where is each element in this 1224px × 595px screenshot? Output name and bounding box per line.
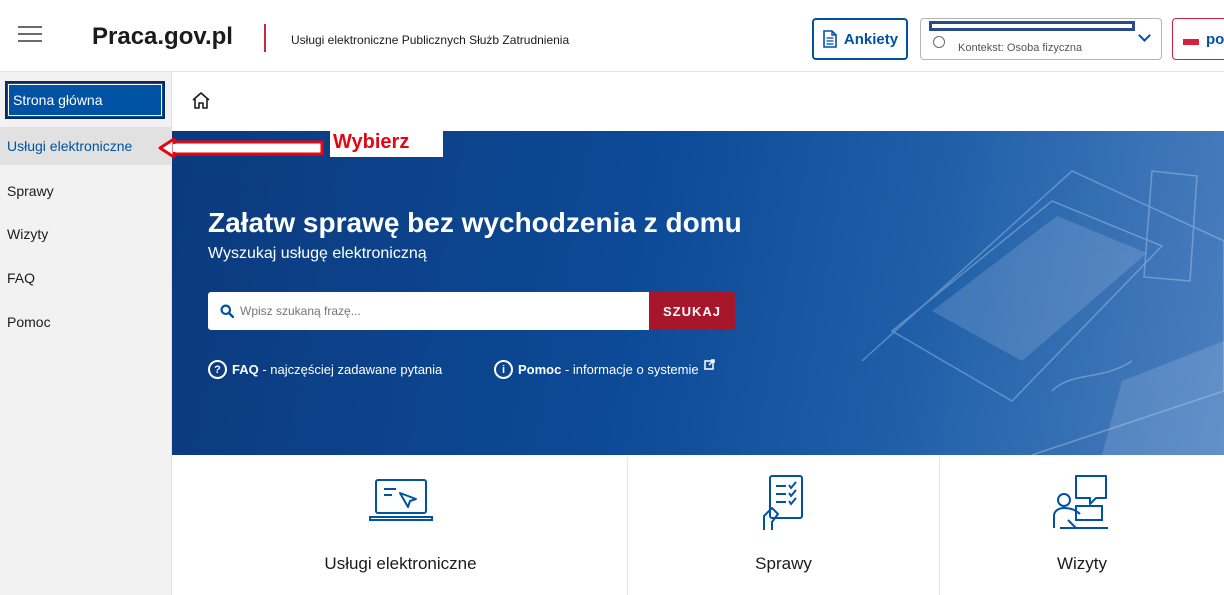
- ankiety-button[interactable]: Ankiety: [812, 18, 908, 60]
- home-icon[interactable]: [190, 90, 212, 112]
- info-circle-icon: i: [494, 360, 513, 379]
- hero-banner: Załatw sprawę bez wychodzenia z domu Wys…: [172, 131, 1224, 455]
- help-rest: - informacje o systemie: [561, 362, 699, 377]
- help-link-text: Pomoc - informacje o systemie: [518, 362, 699, 377]
- context-label: Kontekst: Osoba fizyczna: [958, 42, 1083, 54]
- sidebar-item-wizyty[interactable]: Wizyty: [0, 215, 172, 253]
- menu-icon[interactable]: [18, 26, 42, 44]
- document-icon: [823, 30, 837, 48]
- hero-title: Załatw sprawę bez wychodzenia z domu: [208, 207, 742, 238]
- card-sprawy[interactable]: Sprawy: [628, 457, 940, 595]
- sidebar-item-uslugi-elektroniczne[interactable]: Usługi elektroniczne: [0, 127, 172, 165]
- card-uslugi-elektroniczne[interactable]: Usługi elektroniczne: [174, 457, 628, 595]
- user-icon: [933, 36, 945, 48]
- polish-flag-icon: [1183, 39, 1199, 45]
- sidebar-item-sprawy[interactable]: Sprawy: [0, 172, 172, 210]
- logo-divider: [264, 24, 266, 52]
- sidebar-item-faq[interactable]: FAQ: [0, 259, 172, 297]
- help-link[interactable]: i Pomoc - informacje o systemie: [494, 359, 715, 379]
- language-selector[interactable]: po: [1172, 18, 1224, 60]
- faq-bold: FAQ: [232, 362, 259, 377]
- site-logo[interactable]: Praca.gov.pl: [92, 23, 233, 51]
- sidebar: Strona główna Usługi elektroniczne Spraw…: [0, 72, 172, 595]
- search-button[interactable]: SZUKAJ: [649, 292, 735, 330]
- search-field[interactable]: [208, 292, 649, 330]
- card-label-uslugi: Usługi elektroniczne: [324, 554, 477, 573]
- language-label: po: [1206, 31, 1224, 48]
- checklist-hand-icon: [762, 475, 803, 530]
- question-circle-icon: ?: [208, 360, 227, 379]
- card-wizyty[interactable]: Wizyty: [940, 457, 1224, 595]
- chevron-down-icon: [1138, 29, 1151, 42]
- annotation-label: Wybierz: [330, 127, 443, 157]
- top-header: Praca.gov.pl Usługi elektroniczne Public…: [0, 0, 1224, 72]
- sidebar-item-pomoc[interactable]: Pomoc: [0, 303, 172, 341]
- page: Praca.gov.pl Usługi elektroniczne Public…: [0, 0, 1224, 595]
- context-selector[interactable]: Kontekst: Osoba fizyczna: [920, 18, 1162, 60]
- redacted-username: [929, 21, 1135, 31]
- ankiety-label: Ankiety: [843, 30, 899, 48]
- faq-link-text: FAQ - najczęściej zadawane pytania: [232, 362, 442, 377]
- laptop-cursor-icon: [368, 479, 433, 521]
- card-label-wizyty: Wizyty: [1056, 554, 1108, 573]
- faq-link[interactable]: ? FAQ - najczęściej zadawane pytania: [208, 360, 442, 379]
- annotation-arrow-icon: [158, 138, 324, 159]
- card-label-sprawy: Sprawy: [755, 554, 812, 573]
- sidebar-item-strona-glowna[interactable]: Strona główna: [5, 81, 165, 119]
- hero-subtitle: Wyszukaj usługę elektroniczną: [208, 245, 427, 262]
- meeting-chat-icon: [1053, 475, 1108, 529]
- search-input[interactable]: [240, 304, 620, 318]
- help-bold: Pomoc: [518, 362, 562, 377]
- header-subtitle: Usługi elektroniczne Publicznych Służb Z…: [291, 33, 570, 47]
- external-link-icon: [703, 359, 715, 370]
- search-icon: [220, 304, 234, 318]
- faq-rest: - najczęściej zadawane pytania: [258, 362, 443, 377]
